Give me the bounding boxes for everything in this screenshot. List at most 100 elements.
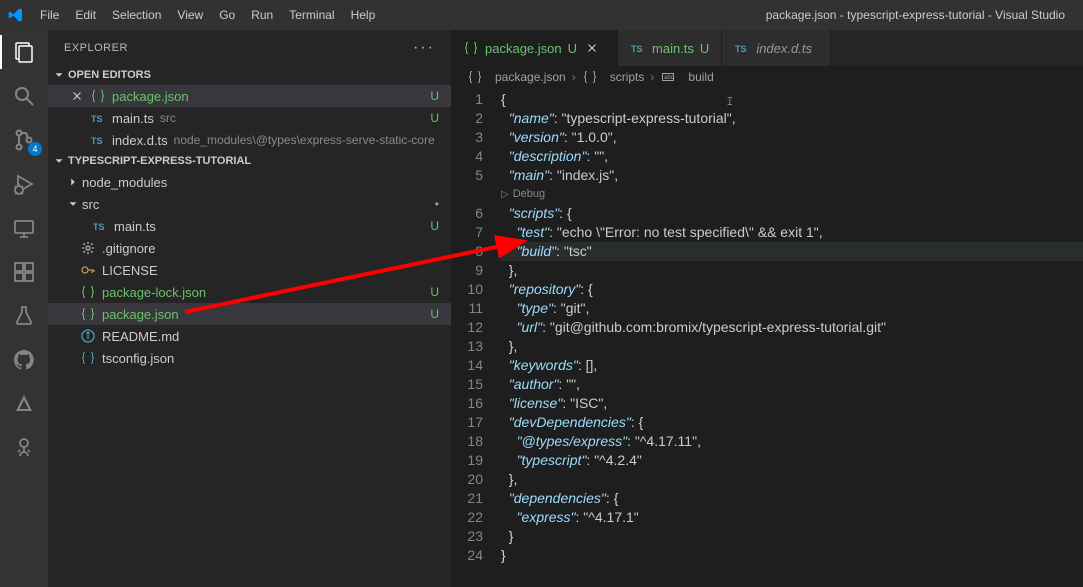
breadcrumb-item[interactable]: package.json: [495, 70, 566, 84]
chevron-icon: [66, 175, 80, 189]
open-editors-section[interactable]: Open Editors: [48, 65, 451, 85]
file-row[interactable]: README.md: [48, 325, 451, 347]
menu-edit[interactable]: Edit: [67, 8, 104, 22]
code-line[interactable]: }: [501, 527, 1083, 546]
line-number: 2: [451, 109, 483, 128]
line-number: 14: [451, 356, 483, 375]
menu-view[interactable]: View: [169, 8, 211, 22]
activity-extensions[interactable]: [12, 260, 36, 284]
braces-icon: [80, 306, 96, 322]
code-line[interactable]: "@types/express": "^4.17.11",: [501, 432, 1083, 451]
open-editor-item[interactable]: TS index.d.ts node_modules\@types\expres…: [48, 129, 451, 151]
code-line[interactable]: "typescript": "^4.2.4": [501, 451, 1083, 470]
open-editor-name: index.d.ts: [112, 133, 168, 148]
code-line[interactable]: },: [501, 337, 1083, 356]
folder-row[interactable]: node_modules: [48, 171, 451, 193]
code-line[interactable]: "description": "",: [501, 147, 1083, 166]
code-line[interactable]: "repository": {: [501, 280, 1083, 299]
activity-remote[interactable]: [12, 216, 36, 240]
menu-help[interactable]: Help: [343, 8, 384, 22]
close-icon[interactable]: [70, 89, 84, 103]
open-editor-item[interactable]: TS main.ts src U: [48, 107, 451, 129]
menu-go[interactable]: Go: [211, 8, 243, 22]
chevron-down-icon: [52, 154, 66, 168]
code-line[interactable]: "name": "typescript-express-tutorial",: [501, 109, 1083, 128]
file-name: package.json: [102, 307, 179, 322]
code-line[interactable]: "main": "index.js",: [501, 166, 1083, 185]
svg-text:TS: TS: [91, 114, 103, 124]
debug-codelens[interactable]: ▷Debug𝙸: [501, 185, 1083, 204]
file-row[interactable]: tsconfig.json: [48, 347, 451, 369]
ts-icon: TS: [630, 40, 646, 56]
breadcrumb-item[interactable]: build: [688, 70, 713, 84]
code-line[interactable]: "devDependencies": {: [501, 413, 1083, 432]
code-line[interactable]: }: [501, 546, 1083, 565]
file-row[interactable]: .gitignore: [48, 237, 451, 259]
project-section[interactable]: typescript-express-tutorial: [48, 151, 451, 171]
svg-text:abc: abc: [664, 75, 674, 81]
close-icon[interactable]: [585, 41, 599, 55]
code-line[interactable]: "test": "echo \"Error: no test specified…: [501, 223, 1083, 242]
svg-text:TS: TS: [91, 136, 103, 146]
svg-text:TS: TS: [93, 222, 105, 232]
git-status: •: [435, 198, 439, 210]
line-number: 18: [451, 432, 483, 451]
breadcrumb-item[interactable]: scripts: [610, 70, 645, 84]
code-line[interactable]: "type": "git",: [501, 299, 1083, 318]
code-line[interactable]: "keywords": [],: [501, 356, 1083, 375]
activity-tree[interactable]: [12, 436, 36, 460]
file-row[interactable]: LICENSE: [48, 259, 451, 281]
activity-search[interactable]: [12, 84, 36, 108]
menu-file[interactable]: File: [32, 8, 67, 22]
code-line[interactable]: "author": "",: [501, 375, 1083, 394]
file-row[interactable]: package-lock.json U: [48, 281, 451, 303]
svg-text:TS: TS: [735, 44, 747, 54]
menu-selection[interactable]: Selection: [104, 8, 169, 22]
open-editor-name: main.ts: [112, 111, 154, 126]
menu-run[interactable]: Run: [243, 8, 281, 22]
menu-terminal[interactable]: Terminal: [281, 8, 342, 22]
ts-icon: TS: [734, 40, 750, 56]
code-line[interactable]: "license": "ISC",: [501, 394, 1083, 413]
file-name: README.md: [102, 329, 179, 344]
explorer-title: EXPLORER: [64, 42, 128, 54]
editor-tab[interactable]: package.json U: [451, 30, 618, 66]
braces-icon: [80, 284, 96, 300]
tab-name: package.json: [485, 41, 562, 56]
activity-explorer[interactable]: [12, 40, 36, 64]
code-line[interactable]: "url": "git@github.com:bromix/typescript…: [501, 318, 1083, 337]
activity-github[interactable]: [12, 348, 36, 372]
vscode-logo-icon: [8, 7, 24, 23]
activity-source-control[interactable]: 4: [12, 128, 36, 152]
code-line[interactable]: "scripts": {: [501, 204, 1083, 223]
code-line[interactable]: },: [501, 261, 1083, 280]
explorer-more-icon[interactable]: ···: [413, 39, 435, 57]
code-line[interactable]: "dependencies": {: [501, 489, 1083, 508]
code-line[interactable]: },: [501, 470, 1083, 489]
code-body[interactable]: { "name": "typescript-express-tutorial",…: [501, 88, 1083, 587]
open-editor-item[interactable]: package.json U: [48, 85, 451, 107]
activity-azure[interactable]: [12, 392, 36, 416]
code-line[interactable]: {: [501, 90, 1083, 109]
file-name: LICENSE: [102, 263, 158, 278]
file-name: tsconfig.json: [102, 351, 174, 366]
file-row[interactable]: TS main.ts U: [48, 215, 451, 237]
line-number: 22: [451, 508, 483, 527]
activity-bar: 4: [0, 30, 48, 587]
line-number: 6: [451, 204, 483, 223]
breadcrumbs[interactable]: package.json›scripts›abcbuild: [451, 66, 1083, 88]
file-row[interactable]: package.json U: [48, 303, 451, 325]
editor-tab[interactable]: TS index.d.ts: [722, 30, 831, 66]
line-number: 20: [451, 470, 483, 489]
line-number: 16: [451, 394, 483, 413]
code-line[interactable]: "version": "1.0.0",: [501, 128, 1083, 147]
activity-testing[interactable]: [12, 304, 36, 328]
line-number: 11: [451, 299, 483, 318]
code-line[interactable]: "build": "tsc": [501, 242, 1083, 261]
code-line[interactable]: "express": "^4.17.1": [501, 508, 1083, 527]
folder-row[interactable]: src •: [48, 193, 451, 215]
activity-debug[interactable]: [12, 172, 36, 196]
scm-badge: 4: [28, 142, 42, 156]
editor-tab[interactable]: TS main.ts U: [618, 30, 722, 66]
file-name: package-lock.json: [102, 285, 206, 300]
